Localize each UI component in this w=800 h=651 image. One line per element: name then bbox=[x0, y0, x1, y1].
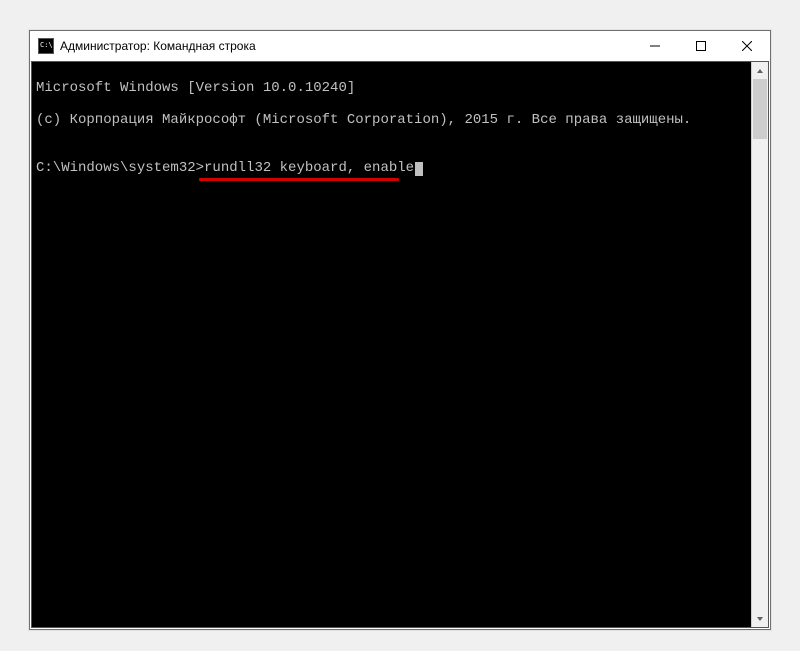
cmd-icon bbox=[38, 38, 54, 54]
scrollbar-thumb[interactable] bbox=[753, 79, 767, 139]
scroll-up-button[interactable] bbox=[752, 62, 768, 79]
highlight-underline bbox=[199, 178, 399, 181]
text-cursor bbox=[415, 162, 423, 176]
vertical-scrollbar[interactable] bbox=[751, 62, 768, 627]
window-title: Администратор: Командная строка bbox=[60, 39, 632, 53]
scrollbar-track[interactable] bbox=[752, 79, 768, 610]
console-area[interactable]: Microsoft Windows [Version 10.0.10240] (… bbox=[31, 61, 769, 628]
console-content: Microsoft Windows [Version 10.0.10240] (… bbox=[32, 62, 768, 194]
chevron-up-icon bbox=[756, 67, 764, 75]
close-icon bbox=[742, 41, 752, 51]
chevron-down-icon bbox=[756, 615, 764, 623]
window-controls bbox=[632, 31, 770, 61]
close-button[interactable] bbox=[724, 31, 770, 61]
typed-command: rundll32 keyboard, enable bbox=[204, 160, 414, 176]
prompt-line: C:\Windows\system32>rundll32 keyboard, e… bbox=[36, 160, 423, 176]
prompt-path: C:\Windows\system32> bbox=[36, 160, 204, 176]
copyright-line: (c) Корпорация Майкрософт (Microsoft Cor… bbox=[36, 112, 764, 128]
command-prompt-window: Администратор: Командная строка Microsof… bbox=[29, 30, 771, 630]
scroll-down-button[interactable] bbox=[752, 610, 768, 627]
maximize-icon bbox=[696, 41, 706, 51]
title-bar[interactable]: Администратор: Командная строка bbox=[30, 31, 770, 61]
version-line: Microsoft Windows [Version 10.0.10240] bbox=[36, 80, 764, 96]
minimize-button[interactable] bbox=[632, 31, 678, 61]
maximize-button[interactable] bbox=[678, 31, 724, 61]
minimize-icon bbox=[650, 41, 660, 51]
